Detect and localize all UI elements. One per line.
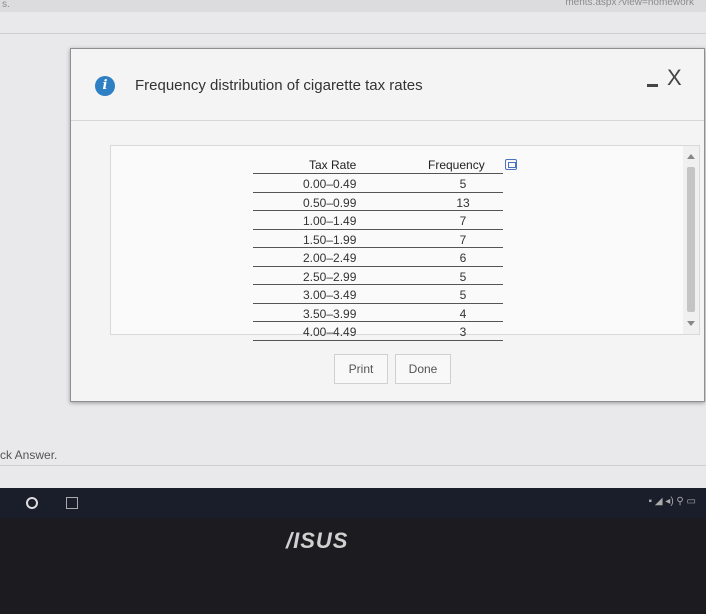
cell-frequency: 7 [459,232,467,247]
cell-tax-rate: 1.50–1.99 [303,232,357,247]
table-row: 3.50–3.99 4 [253,304,503,322]
print-button[interactable]: Print [334,354,388,384]
cell-frequency: 6 [459,251,467,265]
system-tray[interactable]: ▪ ◢ ◂) ⚲ ▭ [649,496,696,507]
table-header: Tax Rate Frequency [253,154,517,174]
cell-frequency: 5 [459,269,467,284]
frequency-table: Tax Rate Frequency 0.00–0.49 5 0.50–0.99 13… [253,154,517,341]
cell-frequency: 3 [459,325,467,339]
taskbar: ▪ ◢ ◂) ⚲ ▭ [0,488,706,518]
minimize-button[interactable] [643,73,663,93]
dialog-title: Frequency distribution of cigarette tax … [135,77,423,94]
header-frequency: Frequency [428,158,485,172]
cell-tax-rate: 2.50–2.99 [303,269,357,284]
table-row: 1.00–1.49 7 [253,211,503,230]
info-icon: i [95,76,115,96]
cell-tax-rate: 2.00–2.49 [303,251,357,265]
table-row: 0.50–0.99 13 [253,193,503,211]
table-row: 4.00–4.49 3 [253,322,503,341]
divider [0,33,706,34]
check-answer-link[interactable]: ck Answer. [0,448,57,462]
table-row: 2.00–2.49 6 [253,248,503,267]
scroll-down-icon[interactable] [687,321,695,326]
scrollbar[interactable] [683,146,699,334]
cell-tax-rate: 0.00–0.49 [303,177,357,191]
table-row: 1.50–1.99 7 [253,230,503,248]
scroll-up-icon[interactable] [687,154,695,159]
url-text: ments.aspx?view=homework [565,0,694,8]
cell-tax-rate: 3.50–3.99 [303,306,357,321]
partial-text: s. [2,0,10,10]
header-tax-rate: Tax Rate [309,158,357,172]
task-view-icon[interactable] [66,497,78,509]
cell-frequency: 5 [459,288,467,302]
table-row: 3.00–3.49 5 [253,285,503,304]
cell-frequency: 4 [459,306,467,321]
dialog-header: i Frequency distribution of cigarette ta… [71,49,704,121]
cortana-icon[interactable] [26,497,38,509]
screen: s. ments.aspx?view=homework i Frequency … [0,0,706,488]
scroll-thumb[interactable] [687,167,695,312]
table-row: 2.50–2.99 5 [253,267,503,285]
cell-tax-rate: 1.00–1.49 [303,214,357,228]
cell-tax-rate: 0.50–0.99 [303,195,357,210]
browser-url-bar[interactable]: s. ments.aspx?view=homework [0,0,706,12]
close-button[interactable]: X [667,66,689,90]
table-panel: Tax Rate Frequency 0.00–0.49 5 0.50–0.99 13… [110,145,700,341]
divider [0,465,706,466]
copy-icon[interactable] [505,159,517,170]
table-body: 0.00–0.49 5 0.50–0.99 13 1.00–1.49 7 1.50–1.99… [253,174,503,341]
cell-frequency: 7 [459,214,467,228]
cell-frequency: 5 [459,177,467,191]
laptop-brand-logo: /ISUS [286,528,349,553]
cell-frequency: 13 [456,195,470,210]
frequency-dialog: i Frequency distribution of cigarette ta… [70,48,705,402]
done-button[interactable]: Done [395,354,451,384]
cell-tax-rate: 4.00–4.49 [303,325,357,339]
cell-tax-rate: 3.00–3.49 [303,288,357,302]
table-row: 0.00–0.49 5 [253,174,503,193]
